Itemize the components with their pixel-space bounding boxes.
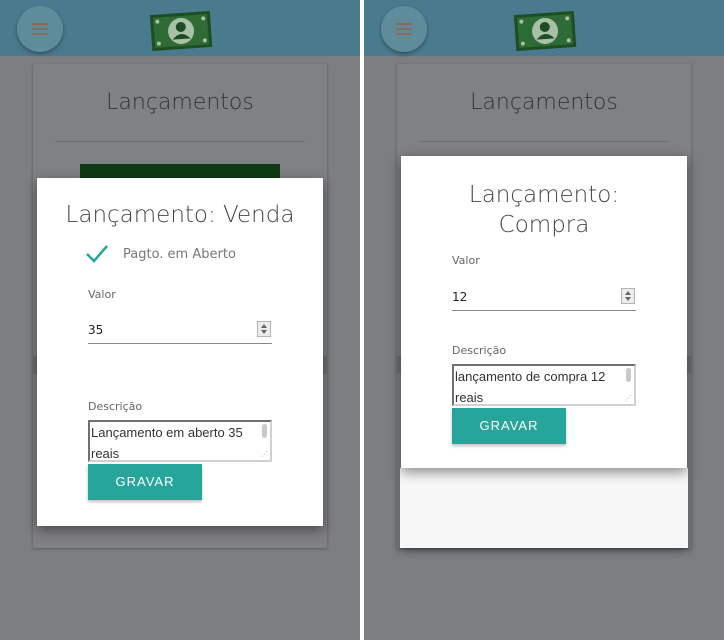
money-bill-icon xyxy=(149,10,213,52)
descricao-textarea[interactable]: lançamento de compra 12 reais xyxy=(452,364,636,406)
descricao-label: Descrição xyxy=(452,344,507,357)
background-divider xyxy=(419,141,669,142)
modal-title: Lançamento: Compra xyxy=(401,180,687,240)
gravar-button[interactable]: GRAVAR xyxy=(88,464,202,500)
money-bill-icon xyxy=(513,10,577,52)
top-app-bar xyxy=(364,0,724,56)
right-screen: Lançamentos Lançamento: Compra Valor Des… xyxy=(364,0,724,640)
top-app-bar xyxy=(0,0,360,56)
valor-spinner[interactable] xyxy=(621,288,635,304)
background-divider xyxy=(55,141,305,142)
descricao-label: Descrição xyxy=(88,400,143,413)
descricao-line: Lançamento em aberto 35 xyxy=(91,425,243,440)
valor-label: Valor xyxy=(88,288,116,301)
background-card-lower xyxy=(400,468,688,548)
modal-venda: Lançamento: Venda Pagto. em Aberto Valor… xyxy=(37,178,323,526)
descricao-line: lançamento de compra 12 xyxy=(455,369,606,384)
descricao-line: reais xyxy=(455,390,484,405)
valor-input[interactable] xyxy=(452,283,636,311)
menu-button[interactable] xyxy=(17,6,63,52)
textarea-resize-handle[interactable]: ⋰ xyxy=(261,451,268,458)
background-row xyxy=(687,356,691,374)
descricao-line: reais xyxy=(91,446,120,461)
checkmark-icon[interactable] xyxy=(85,244,109,264)
textarea-scrollbar[interactable] xyxy=(262,424,267,438)
background-title: Lançamentos xyxy=(470,90,618,115)
textarea-resize-handle[interactable]: ⋰ xyxy=(625,395,632,402)
modal-title: Lançamento: Venda xyxy=(65,202,295,228)
valor-label: Valor xyxy=(452,254,480,267)
modal-title-line: Lançamento: xyxy=(468,182,620,208)
modal-compra: Lançamento: Compra Valor Descrição lança… xyxy=(401,156,687,468)
descricao-textarea[interactable]: Lançamento em aberto 35 reais xyxy=(88,420,272,462)
left-screen: Lançamentos Lançamento: Venda Pagto. em … xyxy=(0,0,360,640)
textarea-scrollbar[interactable] xyxy=(626,368,631,382)
pagto-aberto-label[interactable]: Pagto. em Aberto xyxy=(123,247,236,262)
gravar-button[interactable]: GRAVAR xyxy=(452,408,566,444)
modal-title-line: Compra xyxy=(498,212,590,238)
valor-input[interactable] xyxy=(88,316,272,344)
screens-separator xyxy=(360,0,364,640)
background-row xyxy=(323,356,327,374)
valor-spinner[interactable] xyxy=(257,321,271,337)
menu-button[interactable] xyxy=(381,6,427,52)
background-title: Lançamentos xyxy=(106,90,254,115)
